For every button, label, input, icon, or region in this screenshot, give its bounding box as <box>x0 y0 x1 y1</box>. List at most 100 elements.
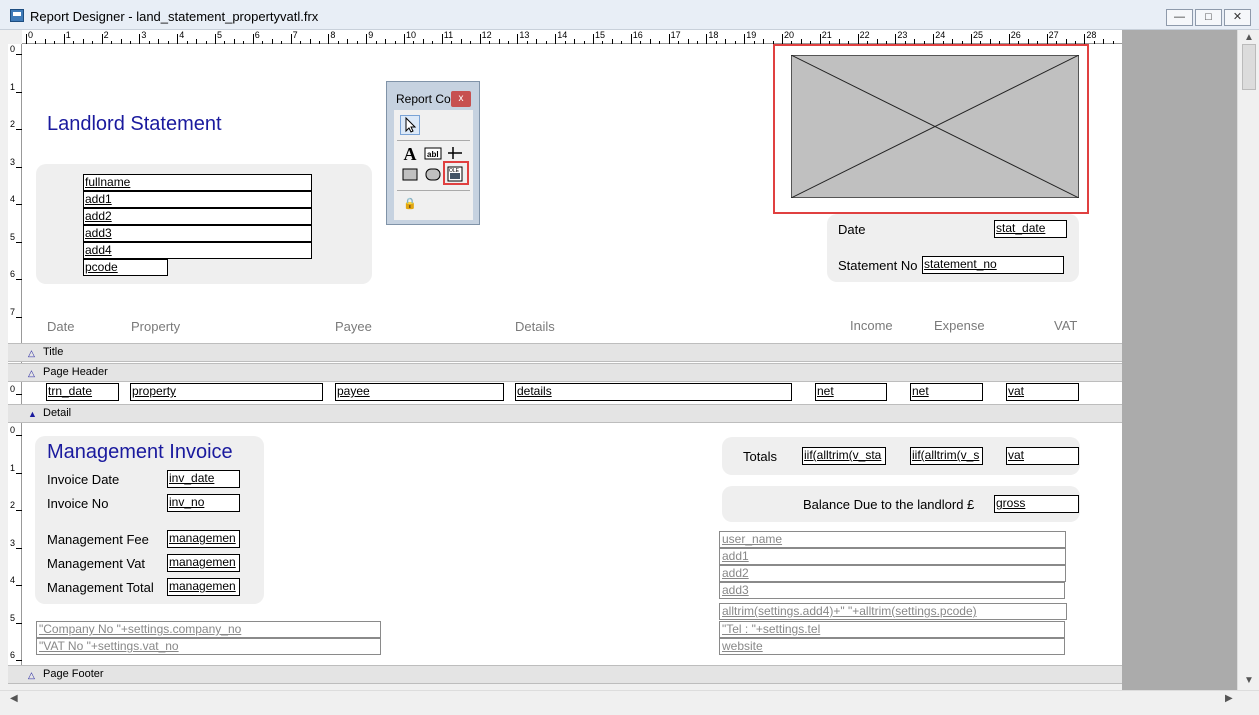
management-total-label: Management Total <box>47 580 154 595</box>
field-settings-tel[interactable]: "Tel : "+settings.tel <box>719 621 1065 638</box>
col-income[interactable]: Income <box>850 318 893 333</box>
col-payee[interactable]: Payee <box>335 319 372 334</box>
label-tool-icon[interactable]: A <box>400 144 420 164</box>
pointer-tool-icon[interactable] <box>400 115 420 135</box>
rounded-rectangle-tool-icon[interactable] <box>423 165 443 185</box>
field-statement-no[interactable]: statement_no <box>922 256 1064 274</box>
field-inv-date[interactable]: inv_date <box>167 470 240 488</box>
minimize-button[interactable]: — <box>1166 9 1193 26</box>
field-vat[interactable]: vat <box>1006 383 1079 401</box>
ruler-number: 22 <box>859 30 870 40</box>
ruler-tick <box>1008 34 1010 44</box>
field-user-name[interactable]: user_name <box>719 531 1066 548</box>
field-details[interactable]: details <box>515 383 792 401</box>
col-expense[interactable]: Expense <box>934 318 985 333</box>
band-detail[interactable]: ▲ Detail <box>8 404 1122 423</box>
scroll-right-arrow-icon[interactable]: ▶ <box>1225 693 1233 704</box>
toolbox-close-button[interactable]: x <box>451 91 471 107</box>
field-tool-icon[interactable]: abl <box>423 144 443 164</box>
ruler-number: 5 <box>217 30 223 40</box>
field-net-expense[interactable]: net <box>910 383 983 401</box>
maximize-button[interactable]: □ <box>1195 9 1222 26</box>
ruler-tick <box>479 34 481 44</box>
vertical-scrollbar[interactable]: ▲ ▼ <box>1237 30 1259 690</box>
field-fullname[interactable]: fullname <box>83 174 312 191</box>
band-page-header[interactable]: △ Page Header <box>8 363 1122 382</box>
field-total-expense[interactable]: iif(alltrim(v_s <box>910 447 983 465</box>
field-company-no[interactable]: "Company No "+settings.company_no <box>36 621 381 638</box>
management-invoice-heading[interactable]: Management Invoice <box>47 441 233 464</box>
field-gross[interactable]: gross <box>994 495 1079 513</box>
vruler-number: 5 <box>10 612 16 623</box>
ruler-number: 7 <box>292 30 298 40</box>
highlight-box-picture-tool <box>443 161 469 185</box>
scroll-left-arrow-icon[interactable]: ◀ <box>10 693 18 704</box>
field-management-total[interactable]: managemen <box>167 578 240 596</box>
field-stat-date[interactable]: stat_date <box>994 220 1067 238</box>
ruler-tick <box>555 34 557 44</box>
vruler-number: 0 <box>10 384 16 394</box>
band-page-footer[interactable]: △ Page Footer <box>8 665 1122 684</box>
report-controls-toolbox[interactable]: Report Co x A abl OLE 🔒 <box>386 81 480 225</box>
band-collapse-icon: △ <box>28 348 35 358</box>
lock-tool-icon[interactable]: 🔒 <box>400 194 420 214</box>
field-trn-date[interactable]: trn_date <box>46 383 119 401</box>
col-vat[interactable]: VAT <box>1054 318 1077 333</box>
scroll-thumb[interactable] <box>1242 44 1256 90</box>
field-settings-add4-pcode[interactable]: alltrim(settings.add4)+" "+alltrim(setti… <box>719 603 1067 620</box>
ruler-number: 16 <box>632 30 643 40</box>
vruler-number: 6 <box>10 269 16 279</box>
field-net-income[interactable]: net <box>815 383 887 401</box>
ruler-number: 3 <box>141 30 147 40</box>
ruler-tick <box>593 34 594 44</box>
canvas-background <box>1122 30 1237 690</box>
field-settings-add3[interactable]: add3 <box>719 582 1065 599</box>
close-window-button[interactable]: ✕ <box>1224 9 1251 26</box>
col-property[interactable]: Property <box>131 319 180 334</box>
field-add1[interactable]: add1 <box>83 191 312 208</box>
vruler-number: 4 <box>10 575 16 585</box>
rectangle-tool-icon[interactable] <box>400 165 420 185</box>
field-website[interactable]: website <box>719 638 1065 655</box>
col-date[interactable]: Date <box>47 319 74 334</box>
ruler-tick <box>404 34 405 44</box>
field-property[interactable]: property <box>130 383 323 401</box>
ruler-tick <box>252 34 254 44</box>
field-vat-no[interactable]: "VAT No "+settings.vat_no <box>36 638 381 655</box>
field-add2[interactable]: add2 <box>83 208 312 225</box>
ruler-tick <box>139 34 141 44</box>
ruler-tick <box>782 34 783 44</box>
band-collapse-icon: △ <box>28 368 35 378</box>
field-total-vat[interactable]: vat <box>1006 447 1079 465</box>
field-add3[interactable]: add3 <box>83 225 312 242</box>
ruler-number: 28 <box>1086 30 1097 40</box>
ruler-number: 14 <box>557 30 568 40</box>
band-title[interactable]: △ Title <box>8 343 1122 362</box>
ruler-number: 11 <box>443 30 454 40</box>
report-heading[interactable]: Landlord Statement <box>47 113 222 136</box>
field-inv-no[interactable]: inv_no <box>167 494 240 512</box>
horizontal-scrollbar[interactable]: ◀ ▶ <box>0 690 1259 708</box>
ruler-number: 20 <box>784 30 795 40</box>
ruler-tick <box>630 34 632 44</box>
col-details[interactable]: Details <box>515 319 555 334</box>
field-payee[interactable]: payee <box>335 383 504 401</box>
ruler-tick <box>933 34 935 44</box>
ruler-tick <box>26 34 27 44</box>
field-add4[interactable]: add4 <box>83 242 312 259</box>
field-total-income[interactable]: iif(alltrim(v_sta <box>802 447 886 465</box>
field-pcode[interactable]: pcode <box>83 259 168 276</box>
toolbox-divider <box>397 190 470 191</box>
ruler-number: 18 <box>708 30 719 40</box>
ruler-tick <box>215 34 216 44</box>
field-management-fee[interactable]: managemen <box>167 530 240 548</box>
ruler-tick <box>177 34 179 44</box>
field-settings-add2[interactable]: add2 <box>719 565 1066 582</box>
app-icon <box>10 9 24 22</box>
field-settings-add1[interactable]: add1 <box>719 548 1066 565</box>
field-management-vat[interactable]: managemen <box>167 554 240 572</box>
scroll-up-arrow-icon[interactable]: ▲ <box>1244 32 1254 43</box>
ruler-number: 24 <box>935 30 946 40</box>
ruler-tick <box>441 34 443 44</box>
scroll-down-arrow-icon[interactable]: ▼ <box>1244 675 1254 686</box>
